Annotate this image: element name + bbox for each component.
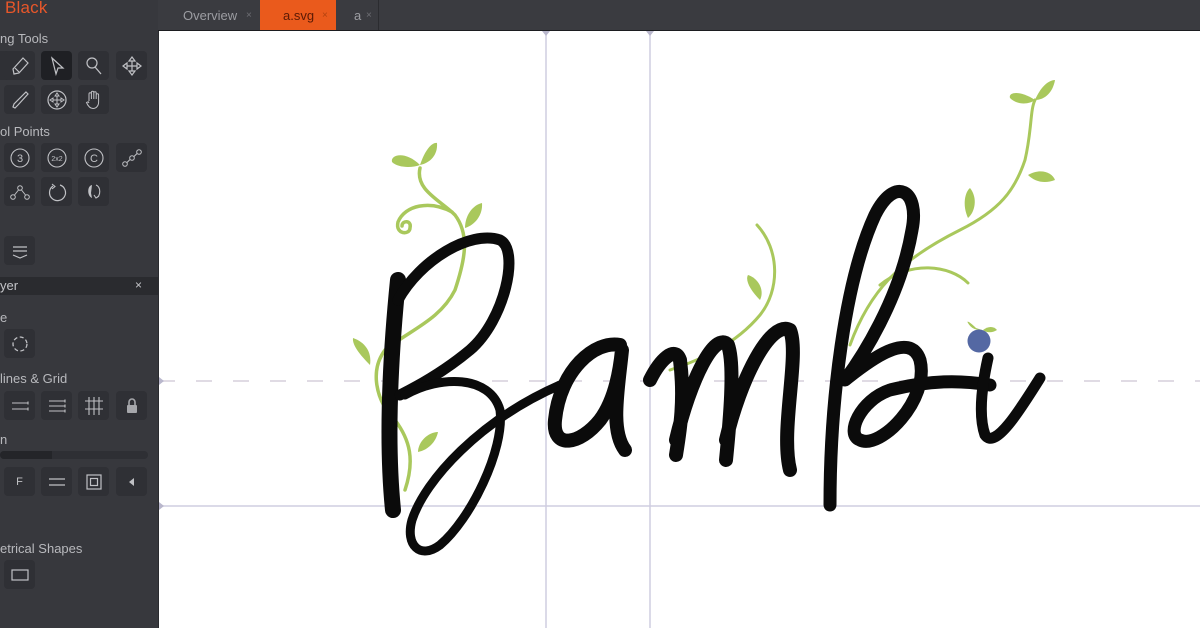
geometric-shapes-label: etrical Shapes [0,541,83,556]
flip-rotate-button[interactable] [78,177,109,206]
vine-right-leaves [964,80,1055,218]
nested-square-icon [85,473,102,490]
app-title: Black [5,0,48,17]
document-tab-bar: Overview × a.svg × a × [158,0,1200,31]
peak-points-button[interactable] [4,177,35,206]
flip-arrows-icon [87,183,100,199]
tab-a-close-button[interactable]: × [366,10,372,21]
tab-overview-close-button[interactable]: × [246,10,252,21]
layer-panel-close-button[interactable]: × [135,278,142,292]
tab-a-svg[interactable]: a.svg × [260,0,336,30]
pan-tool-button[interactable] [78,85,109,114]
drawing-tools-label: ng Tools [0,31,49,46]
chain-points-button[interactable] [116,143,147,172]
fill-button[interactable]: F [4,467,35,496]
tab-overview[interactable]: Overview × [158,0,260,30]
two-guidelines-button[interactable] [4,391,35,420]
guide-handle-left[interactable] [542,31,550,36]
dashed-circle-icon [11,335,28,352]
fill-letter: F [16,475,23,488]
stacked-lines-chevron-icon [12,245,27,259]
chain-nodes-icon [121,148,142,167]
pointer-arrow-icon [50,55,65,76]
vine-left-leaves [352,142,483,452]
rectangle-shape-button[interactable] [4,560,35,589]
fill-section-label: n [0,432,8,447]
rectangle-icon [10,568,29,581]
guide-handle-baseline[interactable] [159,502,164,510]
guide-handle-right[interactable] [646,31,654,36]
curve-c-button[interactable]: C [78,143,109,172]
grid-button[interactable] [78,391,109,420]
tab-a-label: a [354,7,362,23]
blueberry-dot [967,321,997,353]
collapse-panel-button[interactable] [4,236,35,265]
artwork-svg [159,31,1200,628]
move-tool-button[interactable] [116,51,147,80]
triangle-left-icon [128,477,134,486]
c-label: C [90,153,98,165]
transform-tool-button[interactable] [41,85,72,114]
select-tool-button[interactable] [41,51,72,80]
brush-tool-button[interactable] [4,85,35,114]
three-points-button[interactable]: 3 [4,143,35,172]
circled-c-icon: C [83,147,104,168]
peak-nodes-icon [9,184,30,200]
lock-guides-button[interactable] [116,391,147,420]
rotate-circle-icon [48,183,66,201]
tab-overview-label: Overview [183,7,238,23]
two-lines-icon [11,401,29,410]
rotate-button[interactable] [41,177,72,206]
control-points-label: ol Points [0,124,50,139]
brush-icon [11,90,29,109]
three-label: 3 [16,153,22,165]
opacity-slider-fill [0,451,52,459]
two-by-two-label: 2x2 [51,156,62,163]
magnifier-icon [85,56,101,74]
opacity-slider[interactable] [0,451,148,459]
two-by-two-button[interactable]: 2x2 [41,143,72,172]
grid-icon [84,396,103,415]
circled-2x2-icon: 2x2 [46,147,67,168]
dashed-circle-button[interactable] [4,329,35,358]
drawing-canvas[interactable] [159,31,1200,628]
zoom-tool-button[interactable] [78,51,109,80]
layer-panel-header: yer × [0,277,158,295]
three-guidelines-button[interactable] [41,391,72,420]
three-lines-icon [48,399,66,412]
tools-sidebar: Black ng Tools ol Points 3 2x2 C yer × e… [0,0,159,628]
lock-icon [126,397,137,413]
double-line-icon [48,477,65,486]
vine-middle-leaves [747,275,762,300]
shape-label: e [0,310,8,325]
eraser-icon [11,56,29,75]
guide-handle-dashed[interactable] [159,377,164,385]
guidelines-grid-label: lines & Grid [0,371,68,386]
tab-separator [378,0,379,30]
hand-icon [85,90,99,109]
eraser-tool-button[interactable] [4,51,35,80]
tab-a-svg-label: a.svg [283,7,315,23]
tab-a[interactable]: a × [336,0,378,30]
circled-3-icon: 3 [9,147,30,168]
move-arrows-icon [121,55,142,76]
tab-a-svg-close-button[interactable]: × [322,10,328,21]
bambi-lettering [381,185,1046,556]
stroke-lines-button[interactable] [41,467,72,496]
circle-move-icon [46,89,67,110]
frame-button[interactable] [78,467,109,496]
collapse-left-button[interactable] [116,467,147,496]
layer-panel-title: yer [0,278,19,293]
